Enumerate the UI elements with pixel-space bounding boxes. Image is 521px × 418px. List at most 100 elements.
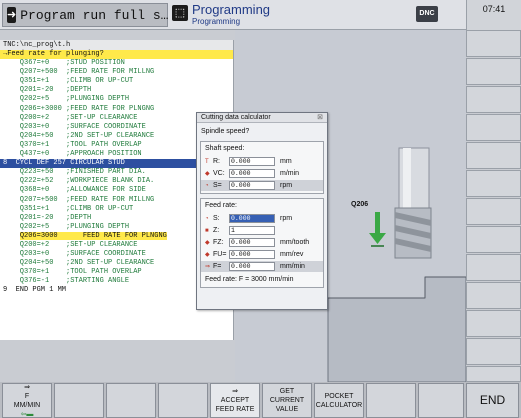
field-label: FZ:: [213, 239, 224, 246]
dialog-question: Spindle speed?: [201, 128, 250, 135]
graphic-label: Q206: [351, 201, 369, 208]
field-row: ◆ VC: 0.000 m/min: [201, 168, 323, 179]
tnc-screen: ➜ Program run full s… ⬚ Programming Prog…: [0, 0, 521, 418]
right-mode-sub: Programming: [192, 17, 241, 26]
vertical-softkey-7[interactable]: [466, 198, 521, 225]
pocket-line-2: CALCULATOR: [315, 401, 363, 409]
pocket-line-1: POCKET: [324, 392, 354, 400]
field-input[interactable]: 0.000: [229, 157, 275, 166]
field-input[interactable]: 0.000: [229, 181, 275, 190]
f-arrow-icon: ⇒: [24, 383, 30, 391]
field-label: S=: [213, 182, 222, 189]
field-label: F=: [213, 263, 222, 270]
softkey-empty-3[interactable]: [106, 383, 156, 418]
f-switch-icon: ⇦▬: [20, 410, 34, 418]
shaft-speed-group: Shaft speed: T R: 0.000 mm ◆ VC: 0.000 m/min ◔ S=…: [200, 141, 324, 194]
vertical-softkey-11[interactable]: [466, 310, 521, 337]
shaft-speed-title: Shaft speed:: [205, 145, 245, 152]
current-indent: [3, 232, 20, 240]
clock: 07:41: [466, 0, 521, 30]
field-icon: ◔: [205, 215, 209, 222]
softkey-empty-4[interactable]: [158, 383, 208, 418]
program-line[interactable]: Q207=+500 ;FEED RATE FOR MILLNG: [0, 68, 233, 77]
field-row: ■ Z: 1: [201, 225, 323, 236]
softkey-empty-2[interactable]: [54, 383, 104, 418]
field-unit: m/min: [280, 170, 300, 177]
dialog-prompt: →Feed rate for plunging?: [0, 50, 233, 60]
field-label: R:: [213, 158, 220, 165]
field-icon: ⇒: [205, 264, 211, 270]
vertical-softkey-6[interactable]: [466, 170, 521, 197]
feed-rate-result: Feed rate: F = 3000 mm/min: [205, 276, 294, 283]
accept-line-1: ACCEPT: [220, 397, 250, 404]
program-line[interactable]: Q351=+1 ;CLIMB OR UP-CUT: [0, 77, 233, 86]
program-line[interactable]: Q367=+0 ;STUD POSITION: [0, 59, 233, 68]
field-icon: ◆: [205, 252, 210, 258]
field-unit: mm/min: [280, 263, 305, 270]
dnc-icon: DNC: [416, 6, 438, 22]
feed-rate-title: Feed rate:: [205, 202, 237, 209]
dialog-title-bar: Cutting data calculator ⊠: [197, 113, 327, 123]
softkey-f-unit[interactable]: ⇒ F MM/MIN ⇦▬: [2, 383, 52, 418]
field-input[interactable]: 0.000: [229, 250, 275, 259]
end-label: END: [479, 393, 506, 407]
field-label: FU=: [213, 251, 227, 258]
field-row: T R: 0.000 mm: [201, 156, 323, 167]
field-label: S:: [213, 215, 220, 222]
get-line-3: VALUE: [275, 406, 299, 413]
field-row: ◔ S= 0.000 rpm: [201, 180, 323, 191]
program-line[interactable]: Q201=-20 ;DEPTH: [0, 86, 233, 95]
field-label: VC:: [213, 170, 225, 177]
softkey-end[interactable]: END: [466, 383, 519, 418]
program-path: TNC:\nc_prog\t.h: [0, 40, 233, 50]
field-unit: mm/rev: [280, 251, 304, 258]
field-row: ⇒ F= 0.000 mm/min: [201, 261, 323, 272]
accept-arrow-icon: ⇒: [232, 388, 238, 395]
softkey-pocket-calculator[interactable]: POCKET CALCULATOR: [314, 383, 364, 418]
field-icon: ■: [205, 227, 209, 234]
softkey-empty-8[interactable]: [366, 383, 416, 418]
close-icon[interactable]: ⊠: [317, 113, 323, 123]
vertical-softkey-2[interactable]: [466, 58, 521, 85]
vertical-softkey-4[interactable]: [466, 114, 521, 141]
dialog-title: Cutting data calculator: [201, 114, 271, 121]
softkey-f-sub: MM/MIN: [13, 401, 41, 409]
field-icon: ◆: [205, 240, 210, 246]
field-row: ◆ FZ: 0.000 mm/tooth: [201, 237, 323, 248]
field-input[interactable]: 0.000: [229, 238, 275, 247]
accept-line-2: FEED RATE: [215, 406, 255, 413]
field-unit: mm: [280, 158, 292, 165]
vertical-softkey-9[interactable]: [466, 254, 521, 281]
feed-rate-group: Feed rate: ◔ S: 0.000 rpm ■ Z: 1 ◆ FZ: 0.000 mm/to…: [200, 198, 324, 288]
program-line[interactable]: Q202=+5 ;PLUNGING DEPTH: [0, 95, 233, 104]
run-mode-icon: ➜: [7, 7, 17, 23]
field-unit: rpm: [280, 182, 293, 189]
field-input[interactable]: 1: [229, 226, 275, 235]
vertical-softkey-12[interactable]: [466, 338, 521, 365]
cutting-data-calculator-dialog: Cutting data calculator ⊠ Spindle speed?…: [196, 112, 328, 310]
vertical-softkey-5[interactable]: [466, 142, 521, 169]
vertical-softkey-1[interactable]: [466, 30, 521, 57]
field-unit: mm/tooth: [280, 239, 310, 246]
field-input[interactable]: 0.000: [229, 169, 275, 178]
field-input[interactable]: 0.000: [229, 262, 275, 271]
left-mode-label: Program run full s…: [20, 7, 169, 23]
softkey-accept-feed-rate[interactable]: ⇒ ACCEPT FEED RATE: [210, 383, 260, 418]
softkey-empty-9[interactable]: [418, 383, 464, 418]
field-unit: rpm: [280, 215, 293, 222]
current-comment: FEED RATE FOR PLNGNG: [57, 231, 167, 240]
vertical-softkey-8[interactable]: [466, 226, 521, 253]
field-icon: T: [205, 158, 209, 165]
mode-programming[interactable]: ⬚ Programming Programming: [170, 3, 400, 27]
softkey-get-current-value[interactable]: GET CURRENT VALUE: [262, 383, 312, 418]
get-line-2: CURRENT: [269, 397, 305, 404]
field-input[interactable]: 0.000: [229, 214, 275, 223]
top-bar: ➜ Program run full s… ⬚ Programming Prog…: [0, 0, 521, 30]
softkey-f-label: F: [24, 392, 30, 400]
mode-program-run-full[interactable]: ➜ Program run full s…: [2, 3, 168, 27]
vertical-softkey-10[interactable]: [466, 282, 521, 309]
field-icon: ◆: [205, 171, 210, 177]
current-value[interactable]: Q206=3000: [19, 231, 58, 240]
vertical-softkey-13[interactable]: [466, 366, 521, 382]
vertical-softkey-3[interactable]: [466, 86, 521, 113]
